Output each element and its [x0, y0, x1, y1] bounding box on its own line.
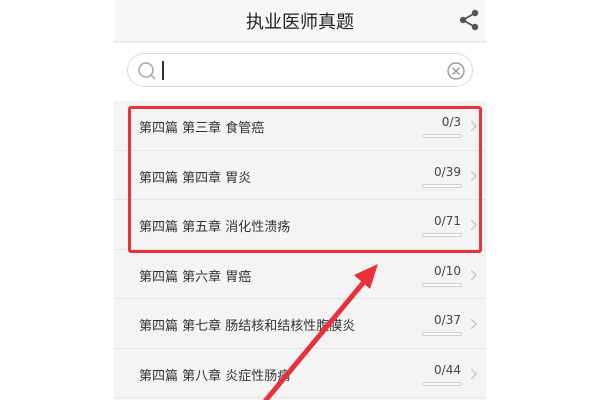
search-bar-area — [114, 43, 486, 101]
list-item[interactable]: 第四篇 第五章 消化性溃疡 0/71 — [114, 200, 486, 250]
chapter-title: 第四篇 第四章 胃炎 — [139, 170, 252, 186]
chevron-right-icon — [470, 269, 477, 280]
progress-count: 0/37 — [434, 313, 461, 327]
list-item[interactable]: 第四篇 第六章 胃癌 0/10 — [114, 249, 486, 299]
list-item[interactable]: 第四篇 第七章 肠结核和结核性腹膜炎 0/37 — [114, 299, 486, 349]
search-icon — [138, 62, 156, 80]
search-input[interactable] — [168, 58, 428, 82]
chevron-right-icon — [470, 368, 477, 379]
search-box[interactable] — [127, 53, 473, 87]
progress-bar — [422, 282, 462, 287]
progress-bar — [422, 332, 462, 336]
clear-circle-icon[interactable] — [446, 61, 466, 81]
chevron-right-icon — [470, 170, 477, 181]
chapter-title: 第四篇 第三章 食管癌 — [139, 121, 265, 136]
progress-count: 0/71 — [434, 214, 461, 228]
text-caret — [162, 61, 164, 80]
progress-bar — [422, 134, 462, 138]
list-item[interactable]: 第四篇 第八章 炎症性肠病 0/44 — [114, 348, 486, 398]
app-screen: 执业医师真题 第四篇 第三章 食管癌 0/3 第四篇 第四章 胃炎 0/39 第… — [114, 0, 486, 400]
progress-count: 0/10 — [434, 263, 461, 278]
chapter-list: 第四篇 第三章 食管癌 0/3 第四篇 第四章 胃炎 0/39 第四篇 第五章 … — [114, 101, 486, 398]
list-item[interactable]: 第四篇 第三章 食管癌 0/3 — [114, 101, 486, 151]
chapter-title: 第四篇 第五章 消化性溃疡 — [139, 220, 291, 235]
chapter-title: 第四篇 第八章 炎症性肠病 — [139, 368, 291, 384]
progress-bar — [422, 233, 462, 237]
chevron-right-icon — [470, 219, 477, 231]
chapter-title: 第四篇 第七章 肠结核和结核性腹膜炎 — [139, 319, 356, 334]
progress-bar — [422, 381, 462, 386]
progress-bar — [422, 183, 462, 188]
progress-count: 0/3 — [441, 115, 461, 129]
chapter-title: 第四篇 第六章 胃癌 — [139, 269, 252, 285]
top-bar: 执业医师真题 — [114, 0, 486, 42]
chevron-right-icon — [470, 318, 477, 330]
list-item[interactable]: 第四篇 第四章 胃炎 0/39 — [114, 150, 486, 200]
progress-count: 0/44 — [434, 362, 461, 377]
share-icon[interactable] — [458, 9, 480, 31]
page-title: 执业医师真题 — [246, 12, 354, 33]
progress-count: 0/39 — [434, 164, 461, 179]
chevron-right-icon — [470, 120, 477, 132]
